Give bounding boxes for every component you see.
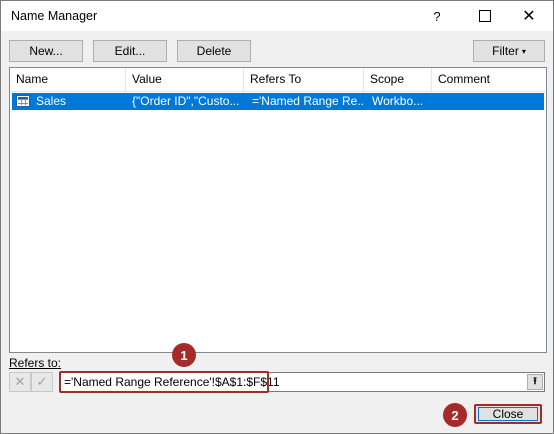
maximize-icon [479, 10, 491, 22]
column-header-name[interactable]: Name [10, 68, 126, 91]
title-bar: Name Manager ? ✕ [1, 1, 553, 31]
new-button-label: New... [29, 44, 63, 58]
cancel-x-icon: ✕ [14, 374, 26, 389]
cancel-edit-button[interactable]: ✕ [9, 372, 31, 392]
column-header-comment[interactable]: Comment [432, 68, 546, 91]
refers-to-label-text: Refers to: [9, 356, 62, 370]
dialog-title: Name Manager [11, 9, 98, 23]
filter-button-label: Filter [492, 44, 519, 58]
window-close-button[interactable]: ✕ [507, 1, 551, 31]
names-list[interactable]: Name Value Refers To Scope Comment Sales… [9, 67, 547, 353]
cell-value: {"Order ID","Custo... [132, 94, 240, 108]
name-manager-dialog: Name Manager ? ✕ New... Edit... Delete F… [0, 0, 554, 434]
edit-button-label: Edit... [114, 44, 146, 58]
column-header-refers-to[interactable]: Refers To [244, 68, 364, 91]
filter-button[interactable]: Filter ▾ [473, 40, 545, 62]
column-header-value[interactable]: Value [126, 68, 244, 91]
chevron-down-icon: ▾ [521, 46, 526, 56]
help-button[interactable]: ? [415, 1, 459, 31]
help-icon: ? [433, 8, 441, 24]
collapse-arrow-icon: ⭱ [533, 375, 537, 387]
delete-button-label: Delete [196, 44, 232, 58]
new-button[interactable]: New... [9, 40, 83, 62]
checkmark-icon: ✓ [36, 374, 48, 389]
close-icon: ✕ [522, 8, 536, 25]
list-item[interactable]: Sales {"Order ID","Custo... ='Named Rang… [12, 93, 544, 110]
edit-button[interactable]: Edit... [93, 40, 167, 62]
annotation-badge-2: 2 [443, 403, 467, 427]
cell-scope: Workbo... [372, 94, 424, 108]
collapse-dialog-button[interactable]: ⭱ [527, 374, 543, 390]
named-range-table-icon [16, 95, 30, 107]
list-header: Name Value Refers To Scope Comment [10, 68, 546, 92]
refers-to-label: Refers to: [9, 356, 61, 370]
close-button[interactable]: Close [474, 404, 542, 424]
close-button-focus: Close [478, 407, 538, 421]
column-header-scope[interactable]: Scope [364, 68, 432, 91]
close-button-label: Close [492, 407, 524, 421]
annotation-highlight-refers-to [59, 371, 269, 393]
cell-refers-to: ='Named Range Re... [252, 94, 364, 108]
annotation-badge-1: 1 [172, 343, 196, 367]
cell-name: Sales [36, 94, 67, 108]
maximize-button[interactable] [463, 1, 507, 31]
delete-button[interactable]: Delete [177, 40, 251, 62]
confirm-edit-button[interactable]: ✓ [31, 372, 53, 392]
